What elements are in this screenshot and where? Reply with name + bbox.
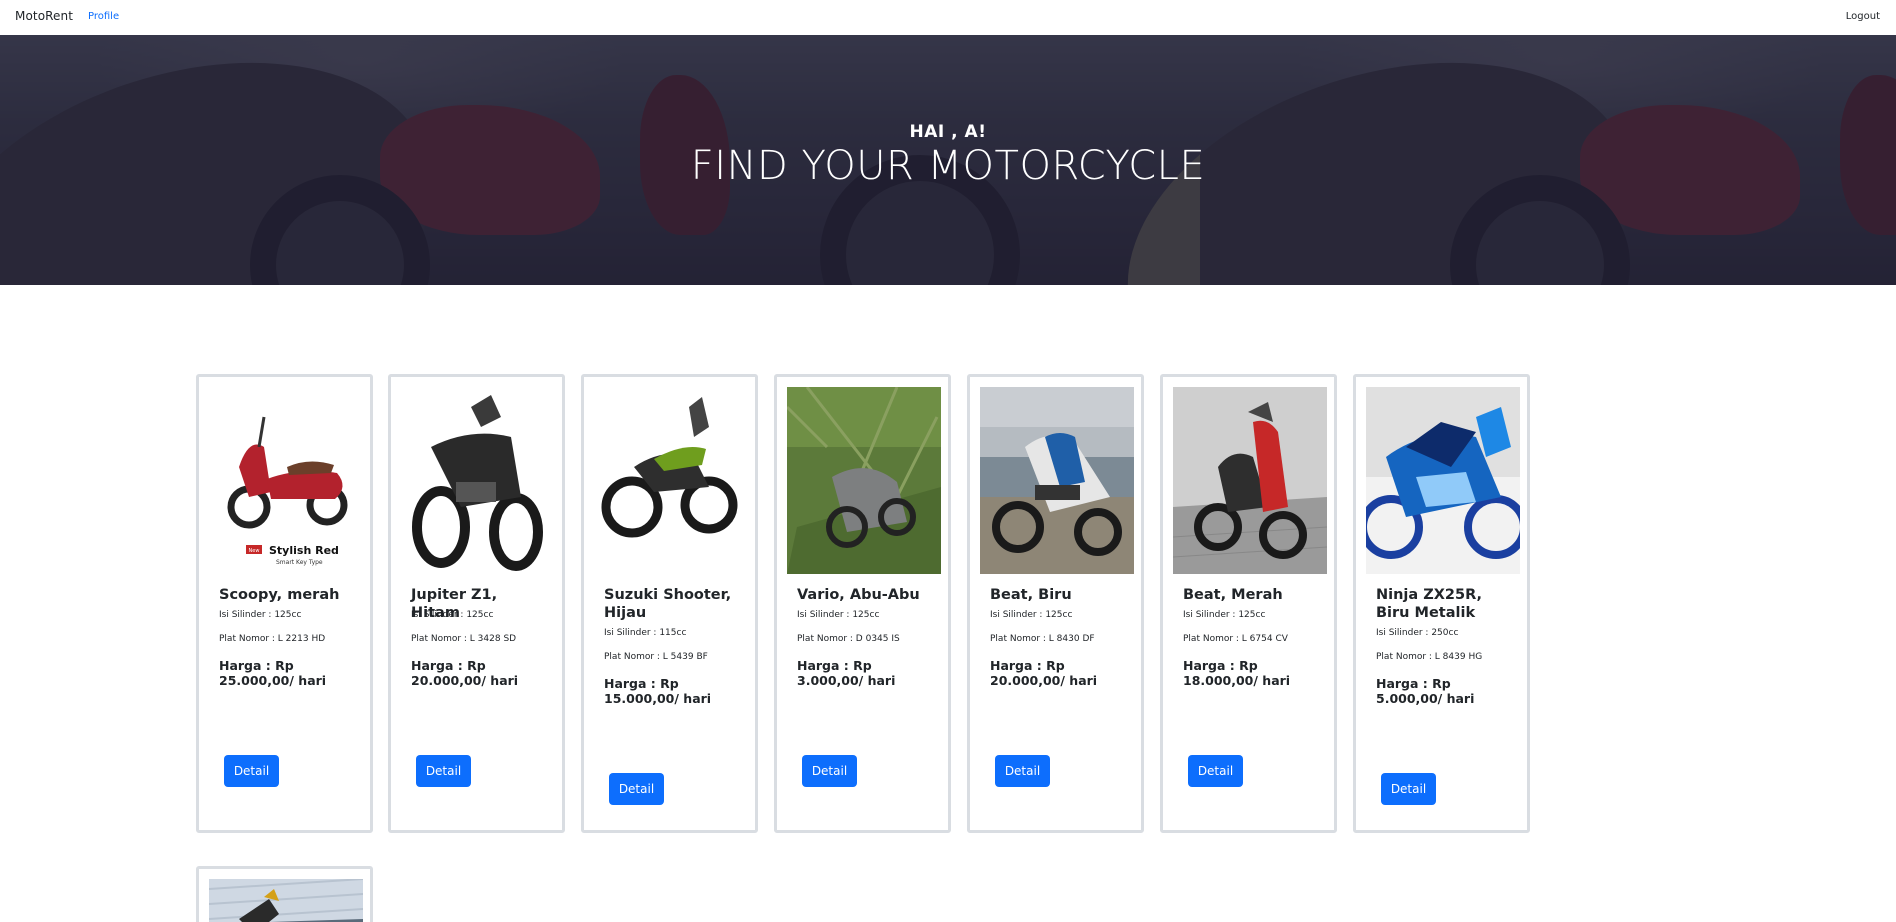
brand-logo[interactable]: MotoRent	[15, 9, 73, 23]
motorcycle-cylinder: Isi Silinder : 125cc	[219, 610, 302, 620]
motorcycle-cylinder: Isi Silinder : 250cc	[1376, 628, 1459, 638]
detail-button[interactable]: Detail	[1188, 755, 1243, 787]
motorcycle-cylinder: Isi Silinder : 125cc	[990, 610, 1073, 620]
motorcycle-card: Suzuki Shooter, Hijau Isi Silinder : 115…	[581, 374, 758, 833]
motorcycle-image	[980, 387, 1134, 574]
hero-banner: HAI , A! FIND YOUR MOTORCYCLE	[0, 35, 1896, 285]
motorcycle-image	[1366, 387, 1520, 574]
motorcycle-image	[401, 387, 555, 574]
motorcycle-card: Ninja ZX25R, Biru Metalik Isi Silinder :…	[1353, 374, 1530, 833]
image-caption: Stylish Red	[269, 544, 339, 557]
navbar: MotoRent Profile Logout	[0, 0, 1896, 35]
hero-text: HAI , A! FIND YOUR MOTORCYCLE	[0, 35, 1896, 285]
detail-button[interactable]: Detail	[802, 755, 857, 787]
motorcycle-price: Harga : Rp 20.000,00/ hari	[990, 658, 1098, 688]
motorcycle-name: Beat, Merah	[1183, 587, 1283, 603]
motorcycle-name: Vario, Abu-Abu	[797, 587, 920, 603]
motorcycle-name: Suzuki Shooter, Hijau	[604, 587, 732, 621]
motorcycle-card: Beat, Biru Isi Silinder : 125cc Plat Nom…	[967, 374, 1144, 833]
motorcycle-price: Harga : Rp 15.000,00/ hari	[604, 676, 712, 706]
motorcycle-cylinder: Isi Silinder : 125cc	[1183, 610, 1266, 620]
motorcycle-price: Harga : Rp 20.000,00/ hari	[411, 658, 519, 688]
motorcycle-plate: Plat Nomor : L 5439 BF	[604, 652, 708, 662]
svg-text:New: New	[249, 548, 260, 554]
motorcycle-plate: Plat Nomor : L 6754 CV	[1183, 634, 1288, 644]
motorcycle-card: Jupiter Z1, Hitam Isi Silinder : 125cc P…	[388, 374, 565, 833]
motorcycle-plate: Plat Nomor : L 8430 DF	[990, 634, 1095, 644]
motorcycle-image: New Stylish Red Smart Key Type	[209, 387, 363, 574]
detail-button[interactable]: Detail	[416, 755, 471, 787]
motorcycle-image	[1173, 387, 1327, 574]
motorcycle-price: Harga : Rp 5.000,00/ hari	[1376, 676, 1475, 706]
motorcycle-card	[196, 866, 373, 922]
motorcycle-price: Harga : Rp 3.000,00/ hari	[797, 658, 896, 688]
motorcycle-card: New Stylish Red Smart Key Type Scoopy, m…	[196, 374, 373, 833]
detail-button[interactable]: Detail	[995, 755, 1050, 787]
nav-link-logout[interactable]: Logout	[1846, 11, 1880, 22]
detail-button[interactable]: Detail	[224, 755, 279, 787]
motorcycle-plate: Plat Nomor : L 3428 SD	[411, 634, 517, 644]
motorcycle-card: Vario, Abu-Abu Isi Silinder : 125cc Plat…	[774, 374, 951, 833]
motorcycle-card: Beat, Merah Isi Silinder : 125cc Plat No…	[1160, 374, 1337, 833]
motorcycle-price: Harga : Rp 18.000,00/ hari	[1183, 658, 1291, 688]
motorcycle-name: Ninja ZX25R, Biru Metalik	[1376, 587, 1483, 621]
motorcycle-image	[209, 879, 363, 922]
motorcycle-name: Beat, Biru	[990, 587, 1072, 603]
hero-title: FIND YOUR MOTORCYCLE	[690, 143, 1206, 189]
detail-button[interactable]: Detail	[609, 773, 664, 805]
motorcycle-plate: Plat Nomor : L 8439 HG	[1376, 652, 1483, 662]
motorcycle-image	[594, 387, 748, 574]
hero-greeting: HAI , A!	[909, 122, 987, 142]
motorcycle-plate: Plat Nomor : L 2213 HD	[219, 634, 326, 644]
motorcycle-cylinder: Isi Silinder : 125cc	[797, 610, 880, 620]
detail-button[interactable]: Detail	[1381, 773, 1436, 805]
motorcycle-price: Harga : Rp 25.000,00/ hari	[219, 658, 327, 688]
image-subcaption: Smart Key Type	[276, 559, 323, 566]
motorcycle-cylinder: Isi Silinder : 115cc	[604, 628, 687, 638]
nav-link-profile[interactable]: Profile	[88, 11, 119, 22]
motorcycle-plate: Plat Nomor : D 0345 IS	[797, 634, 900, 644]
motorcycle-cylinder: Isi Silinder : 125cc	[411, 610, 494, 620]
motorcycle-image	[787, 387, 941, 574]
motorcycle-name: Scoopy, merah	[219, 587, 340, 603]
